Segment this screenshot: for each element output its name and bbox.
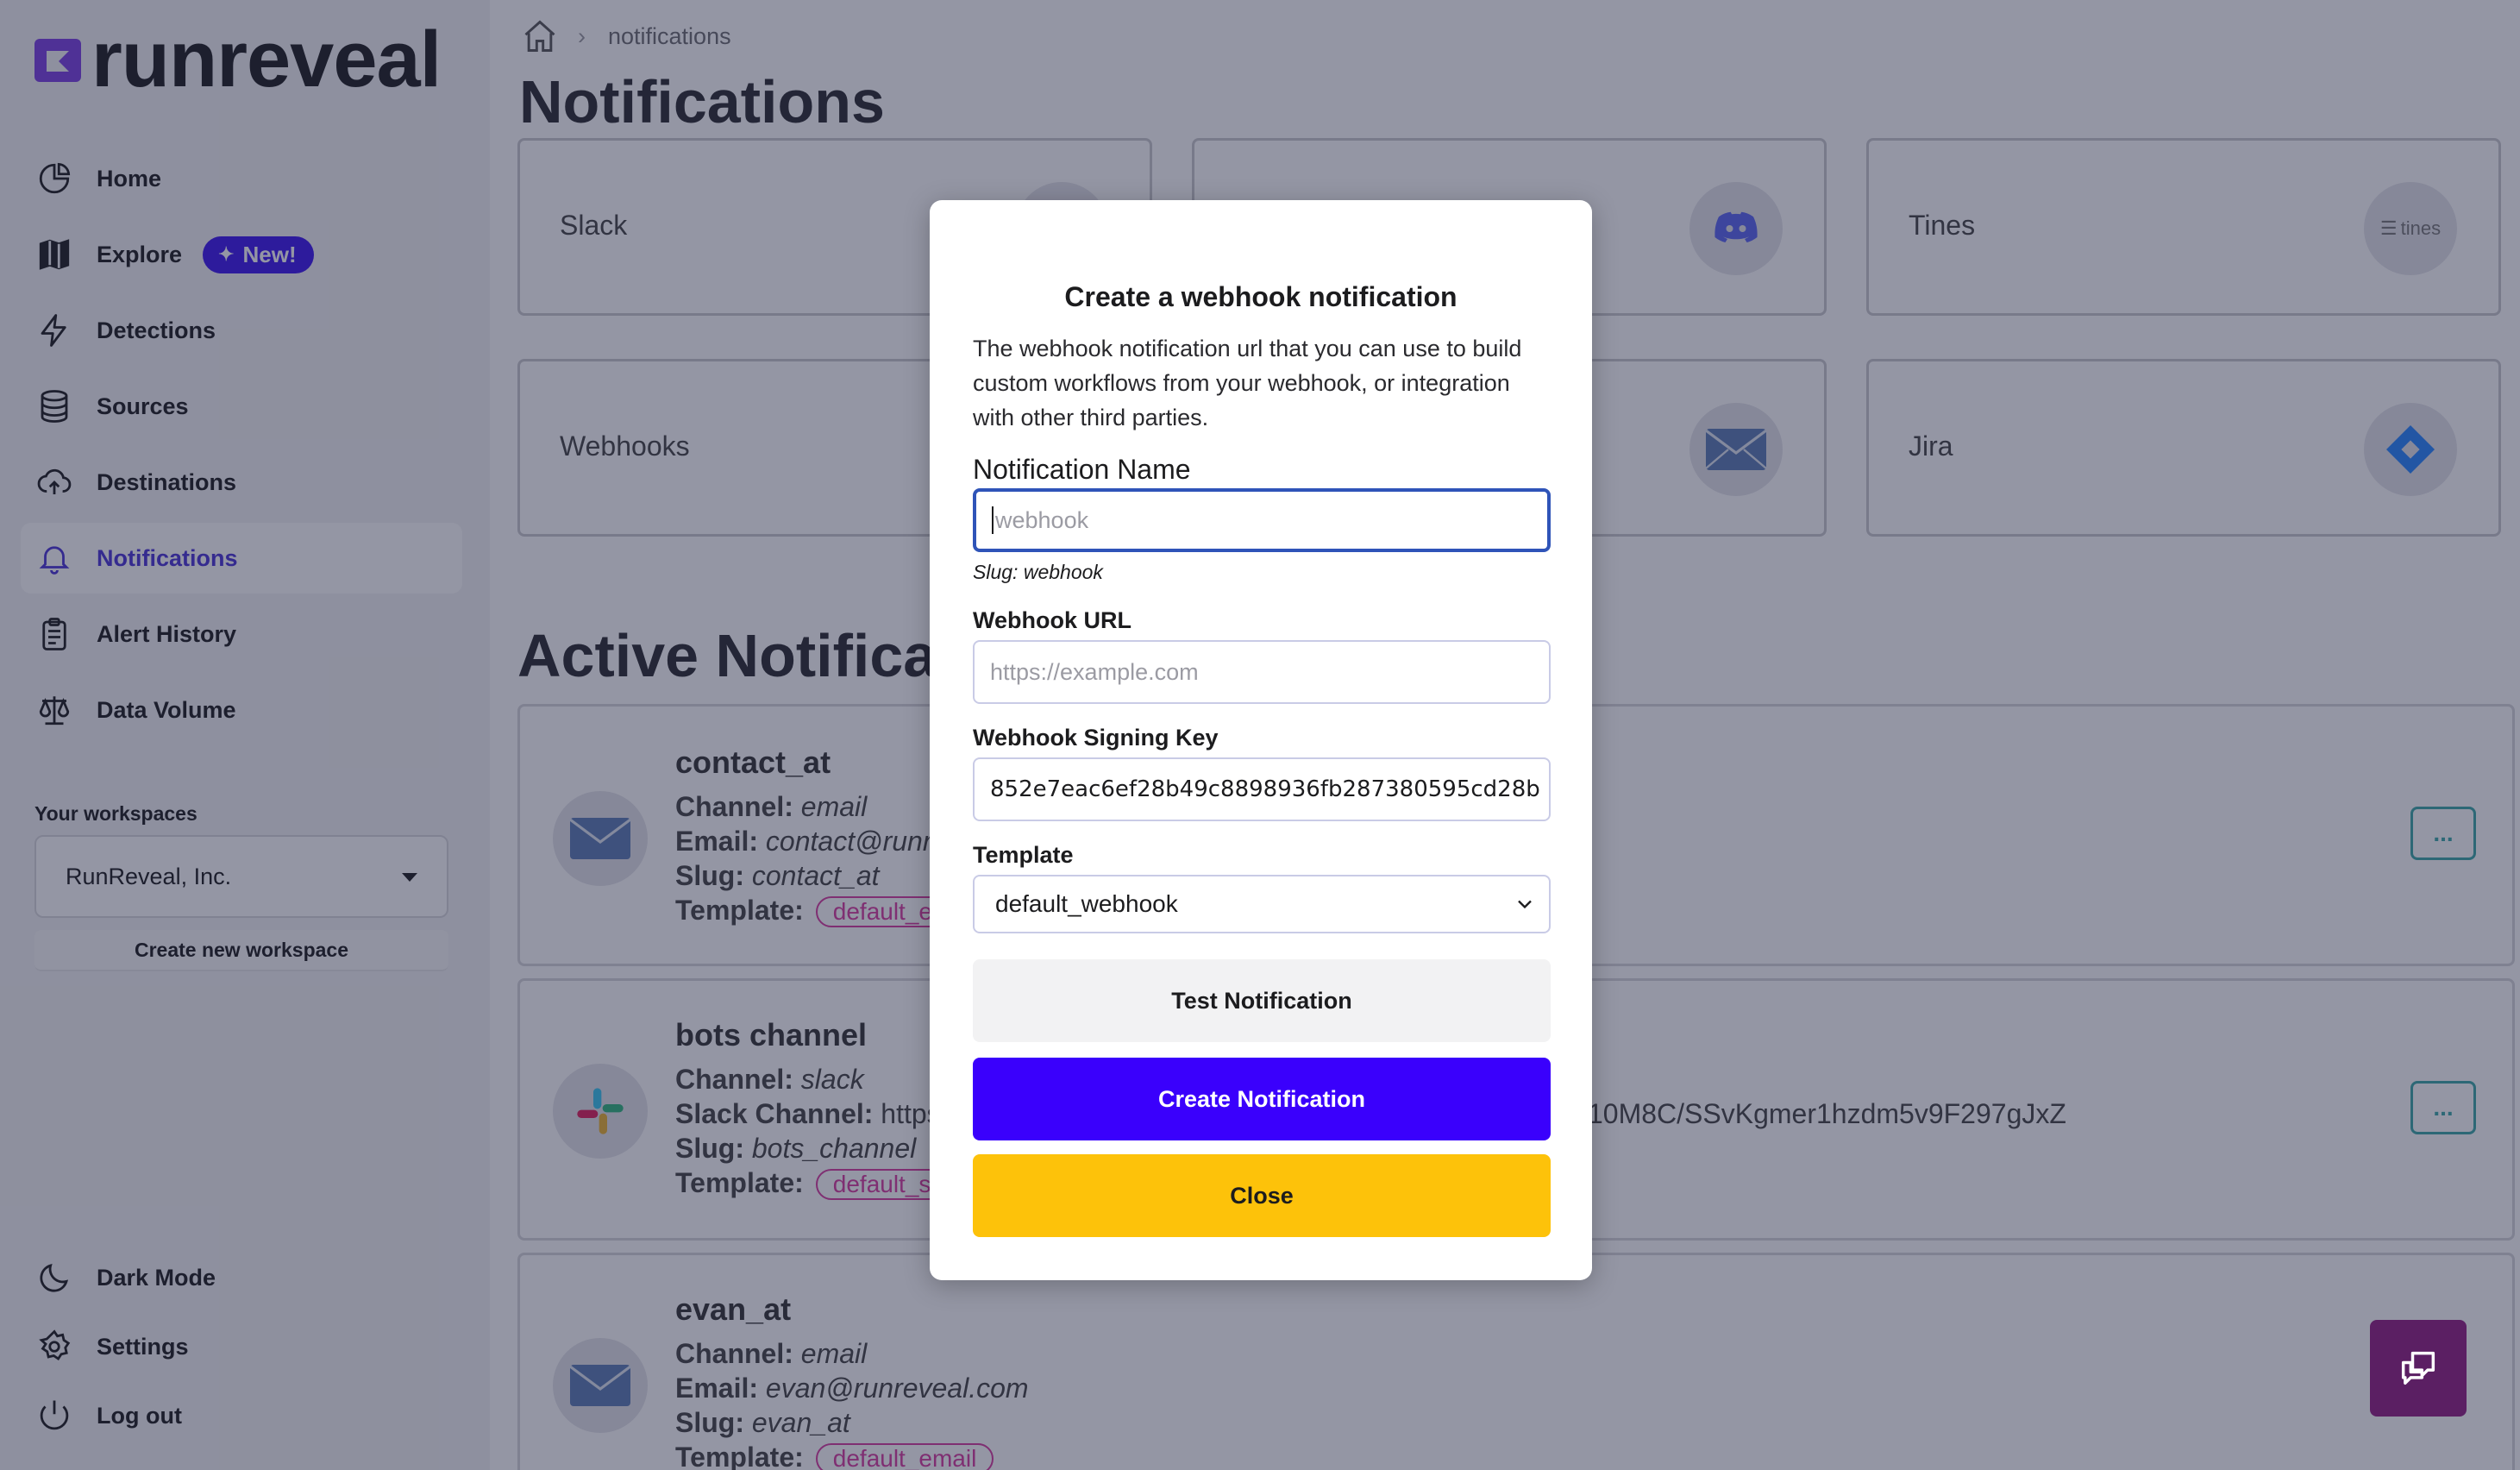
notification-name-input[interactable]: webhook [973,488,1551,552]
template-label: Template [973,842,1074,868]
close-button[interactable]: Close [973,1154,1551,1237]
chat-widget-button[interactable] [2370,1320,2467,1417]
chevron-down-icon [1518,900,1532,909]
notification-name-label: Notification Name [973,454,1191,485]
notification-name-placeholder: webhook [995,506,1089,533]
template-select[interactable]: default_webhook [973,875,1551,933]
slug-preview: Slug: webhook [973,561,1103,584]
signing-key-label: Webhook Signing Key [973,725,1219,751]
template-selected: default_webhook [995,890,1178,917]
webhook-url-input[interactable]: https://example.com [973,640,1551,704]
modal-title: Create a webhook notification [1064,281,1457,312]
test-notification-button[interactable]: Test Notification [973,959,1551,1042]
create-webhook-modal: Create a webhook notification The webhoo… [930,200,1592,1280]
signing-key-input[interactable]: 852e7eac6ef28b49c8898936fb287380595cd28b [973,757,1551,821]
slug-prefix: Slug: [973,561,1019,583]
create-notification-button[interactable]: Create Notification [973,1058,1551,1140]
modal-description: The webhook notification url that you ca… [973,336,1522,430]
chat-bubbles-icon [2401,1351,2435,1385]
text-cursor [992,506,994,534]
slug-value: webhook [1023,561,1103,583]
webhook-url-label: Webhook URL [973,607,1131,633]
